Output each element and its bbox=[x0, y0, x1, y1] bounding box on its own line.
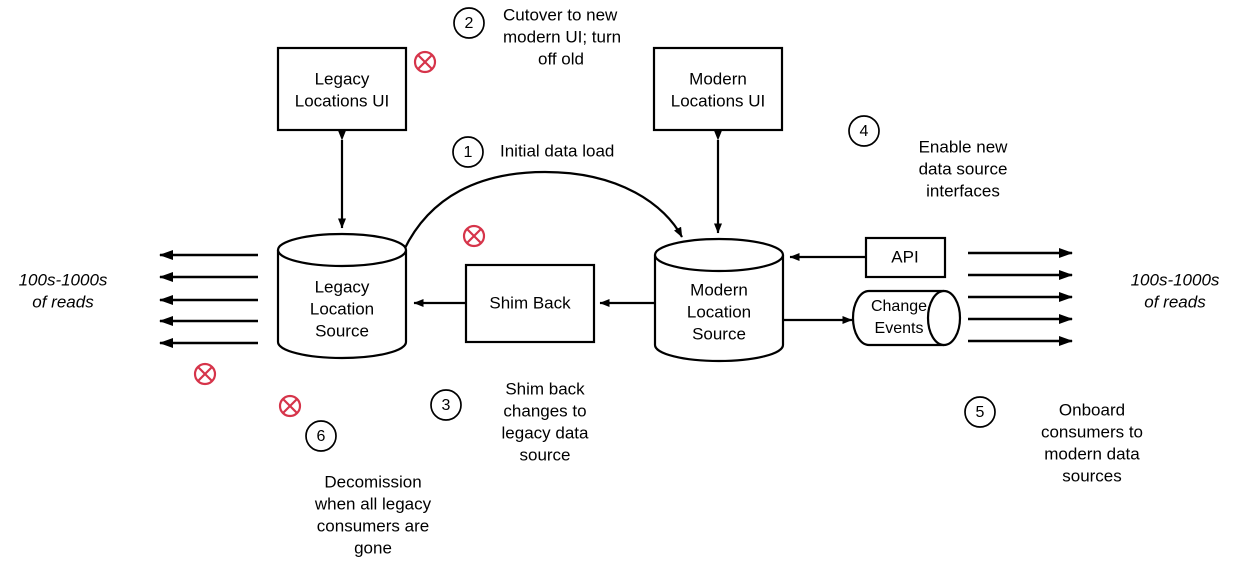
step-6-annotation: 6 Decomission when all legacy consumers … bbox=[305, 420, 432, 557]
step-5-text-line4: sources bbox=[1062, 466, 1122, 485]
step-2-text-line2: modern UI; turn bbox=[503, 27, 621, 46]
step-5-number: 5 bbox=[976, 404, 985, 421]
diagram-canvas: 100s-1000s of reads 100s-1000s of reads bbox=[0, 0, 1248, 569]
step-3-text-line1: Shim back bbox=[505, 379, 585, 398]
node-modern-location-source-line3: Source bbox=[692, 324, 746, 343]
migration-architecture-diagram: 100s-1000s of reads 100s-1000s of reads bbox=[19, 5, 1220, 557]
step-2-number: 2 bbox=[465, 15, 474, 32]
step-4-text-line2: data source bbox=[919, 159, 1008, 178]
modern-read-arrows bbox=[968, 248, 1073, 346]
step-3-annotation: 3 Shim back changes to legacy data sourc… bbox=[430, 379, 589, 464]
node-legacy-location-source-line1: Legacy bbox=[315, 277, 370, 296]
node-shim-back-label: Shim Back bbox=[489, 293, 571, 312]
step-4-text-line3: interfaces bbox=[926, 181, 1000, 200]
node-change-events[interactable]: Change Events bbox=[851, 289, 962, 347]
node-modern-locations-ui[interactable]: Modern Locations UI bbox=[652, 46, 784, 132]
decommission-x-icon-legacy-source bbox=[278, 394, 302, 418]
step-6-text-line4: gone bbox=[354, 538, 392, 557]
step-3-text-line2: changes to bbox=[503, 401, 586, 420]
node-legacy-location-source-line2: Location bbox=[310, 299, 374, 318]
node-legacy-location-source[interactable]: Legacy Location Source bbox=[276, 232, 408, 360]
node-modern-location-source-line1: Modern bbox=[690, 280, 748, 299]
node-legacy-locations-ui-line2: Locations UI bbox=[295, 91, 390, 110]
node-modern-location-source[interactable]: Modern Location Source bbox=[653, 237, 785, 363]
node-api-label: API bbox=[891, 247, 918, 266]
legacy-reads-label-line2: of reads bbox=[32, 292, 94, 311]
step-6-text-line3: consumers are bbox=[317, 516, 429, 535]
step-6-text-line1: Decomission bbox=[324, 472, 421, 491]
step-5-text-line1: Onboard bbox=[1059, 400, 1125, 419]
legacy-reads-label: 100s-1000s of reads bbox=[19, 270, 108, 311]
step-1-text-line1: Initial data load bbox=[500, 141, 614, 160]
modern-reads-label-line2: of reads bbox=[1144, 292, 1206, 311]
step-2-text-line1: Cutover to new bbox=[503, 5, 618, 24]
step-6-text-line2: when all legacy bbox=[314, 494, 432, 513]
step-5-text-line3: modern data bbox=[1044, 444, 1140, 463]
step-4-text-line1: Enable new bbox=[919, 137, 1009, 156]
node-legacy-locations-ui[interactable]: Legacy Locations UI bbox=[276, 46, 408, 132]
step-6-number: 6 bbox=[317, 428, 326, 445]
step-4-number: 4 bbox=[860, 123, 869, 140]
node-modern-locations-ui-line2: Locations UI bbox=[671, 91, 766, 110]
node-change-events-line1: Change bbox=[871, 298, 927, 315]
modern-reads-label: 100s-1000s of reads bbox=[1131, 270, 1220, 311]
step-4-annotation: 4 Enable new data source interfaces bbox=[848, 115, 1009, 200]
node-legacy-location-source-line3: Source bbox=[315, 321, 369, 340]
step-1-number: 1 bbox=[464, 144, 473, 161]
node-shim-back[interactable]: Shim Back bbox=[464, 263, 596, 344]
step-3-number: 3 bbox=[442, 397, 451, 414]
node-modern-location-source-line2: Location bbox=[687, 302, 751, 321]
decommission-x-icon-legacy-reads bbox=[193, 362, 217, 386]
node-api[interactable]: API bbox=[864, 236, 947, 279]
step-5-text-line2: consumers to bbox=[1041, 422, 1143, 441]
node-modern-locations-ui-line1: Modern bbox=[689, 69, 747, 88]
modern-reads-label-line1: 100s-1000s bbox=[1131, 270, 1220, 289]
node-change-events-line2: Events bbox=[875, 320, 924, 337]
step-1-annotation: 1 Initial data load bbox=[452, 136, 614, 168]
step-2-text-line3: off old bbox=[538, 49, 584, 68]
node-legacy-locations-ui-line1: Legacy bbox=[315, 69, 370, 88]
legacy-reads-label-line1: 100s-1000s bbox=[19, 270, 108, 289]
legacy-read-arrows bbox=[159, 250, 258, 348]
step-3-text-line4: source bbox=[519, 445, 570, 464]
decommission-x-icon-initial-load bbox=[462, 224, 486, 248]
connector-initial-data-load bbox=[403, 170, 683, 251]
decommission-x-icon-legacy-ui bbox=[413, 50, 437, 74]
step-5-annotation: 5 Onboard consumers to modern data sourc… bbox=[964, 396, 1143, 485]
step-3-text-line3: legacy data bbox=[502, 423, 589, 442]
step-2-annotation: 2 Cutover to new modern UI; turn off old bbox=[453, 5, 621, 68]
